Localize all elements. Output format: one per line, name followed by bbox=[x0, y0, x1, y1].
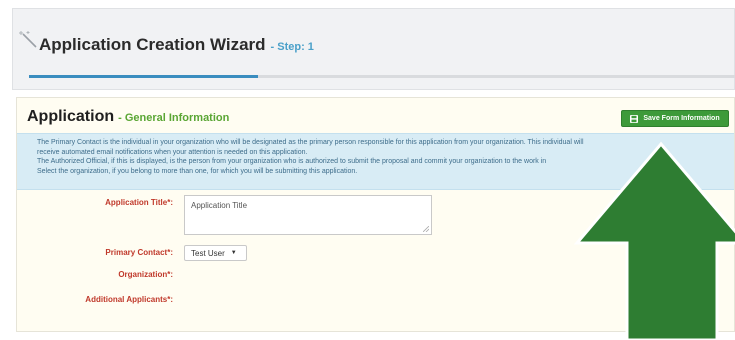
save-form-button-label: Save Form Information bbox=[643, 115, 720, 122]
save-form-button[interactable]: Save Form Information bbox=[621, 110, 729, 127]
application-title-input[interactable]: Application Title bbox=[184, 195, 432, 235]
wizard-header: Application Creation Wizard - Step: 1 bbox=[12, 8, 735, 90]
additional-applicants-label: Additional Applicants*: bbox=[85, 295, 173, 304]
resize-grip-icon[interactable] bbox=[423, 226, 429, 232]
primary-contact-label: Primary Contact*: bbox=[105, 248, 173, 257]
info-alert: The Primary Contact is the individual in… bbox=[17, 133, 734, 190]
wizard-progress-bar bbox=[29, 75, 735, 78]
application-title-value: Application Title bbox=[191, 201, 248, 210]
page: Application Creation Wizard - Step: 1 Ap… bbox=[0, 0, 735, 340]
info-line: The Authorized Official, if this is disp… bbox=[37, 158, 547, 166]
info-line: The Primary Contact is the individual in… bbox=[37, 139, 584, 146]
form-subtitle: - General Information bbox=[118, 112, 230, 124]
wizard-step-label: - Step: 1 bbox=[270, 41, 314, 53]
wizard-title-text: Application Creation Wizard bbox=[39, 35, 266, 54]
primary-contact-select[interactable]: Test User ▼ bbox=[184, 245, 247, 261]
application-title-label: Application Title*: bbox=[105, 198, 173, 207]
form-title: Application bbox=[27, 108, 115, 125]
wizard-title: Application Creation Wizard - Step: 1 bbox=[29, 35, 314, 55]
floppy-disk-icon bbox=[630, 114, 639, 123]
chevron-down-icon: ▼ bbox=[230, 250, 237, 256]
info-line: Select the organization, if you belong t… bbox=[37, 167, 358, 175]
info-line: receive automated email notifications wh… bbox=[37, 148, 308, 156]
primary-contact-value: Test User bbox=[191, 248, 225, 258]
application-form-panel: Application - General Information Save F… bbox=[16, 97, 735, 332]
organization-label: Organization*: bbox=[118, 270, 173, 279]
form-heading: Application - General Information bbox=[27, 108, 229, 126]
wizard-progress-fill bbox=[29, 75, 258, 78]
